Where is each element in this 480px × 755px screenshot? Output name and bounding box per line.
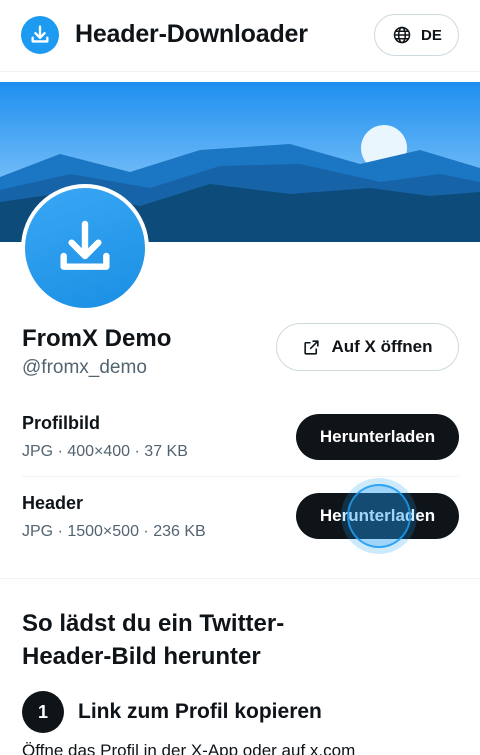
- globe-icon: [393, 26, 411, 44]
- file-meta: JPG · 1500×500 · 236 KB: [22, 523, 206, 540]
- file-meta: JPG · 400×400 · 37 KB: [22, 443, 188, 460]
- file-row-profile-image: Profilbild JPG · 400×400 · 37 KB Herunte…: [22, 405, 459, 477]
- open-on-x-button[interactable]: Auf X öffnen: [276, 323, 459, 371]
- download-header-image-button[interactable]: Herunterladen: [296, 493, 459, 539]
- top-bar: Header-Downloader DE: [0, 0, 480, 72]
- file-row-header-image: Header JPG · 1500×500 · 236 KB Herunterl…: [22, 485, 459, 555]
- step-description: Öffne das Profil in der X-App oder auf x…: [22, 741, 356, 755]
- open-on-x-label: Auf X öffnen: [331, 337, 433, 356]
- language-button[interactable]: DE: [374, 14, 459, 56]
- profile-display-name: FromX Demo: [22, 325, 172, 352]
- language-label: DE: [421, 26, 442, 44]
- profile-handle: @fromx_demo: [22, 357, 147, 378]
- external-link-icon: [304, 339, 320, 355]
- app-title: Header-Downloader: [75, 20, 308, 48]
- download-icon: [31, 25, 49, 43]
- step-number-badge: 1: [22, 691, 64, 733]
- section-divider: [0, 578, 480, 579]
- step-title: Link zum Profil kopieren: [78, 700, 322, 723]
- download-profile-image-button[interactable]: Herunterladen: [296, 414, 459, 460]
- howto-heading: So lädst du ein Twitter-Header-Bild heru…: [22, 610, 285, 670]
- profile-avatar: [21, 184, 149, 312]
- file-title: Profilbild: [22, 413, 100, 433]
- app-logo: [21, 16, 59, 54]
- avatar-image: [25, 188, 145, 308]
- download-icon: [60, 220, 110, 270]
- file-title: Header: [22, 493, 84, 513]
